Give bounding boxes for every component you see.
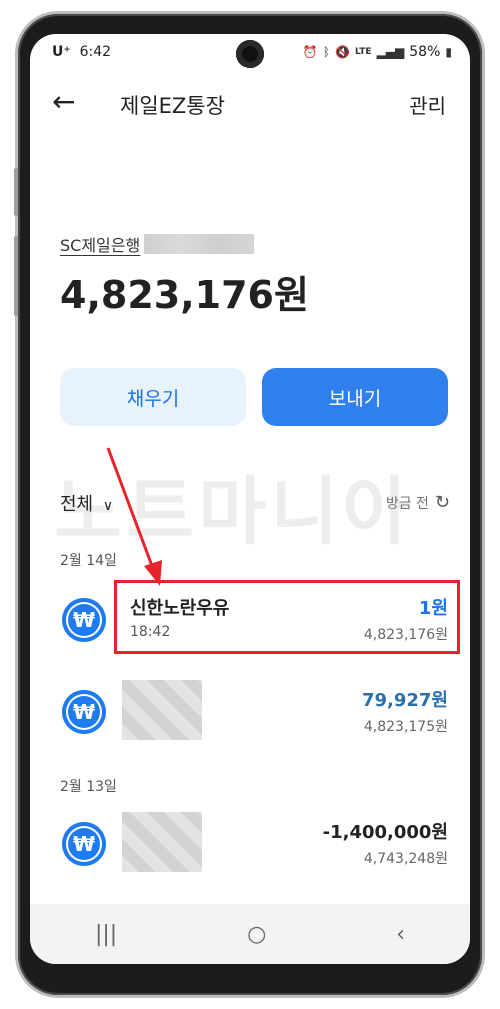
annotation-arrow-icon — [106, 447, 162, 586]
